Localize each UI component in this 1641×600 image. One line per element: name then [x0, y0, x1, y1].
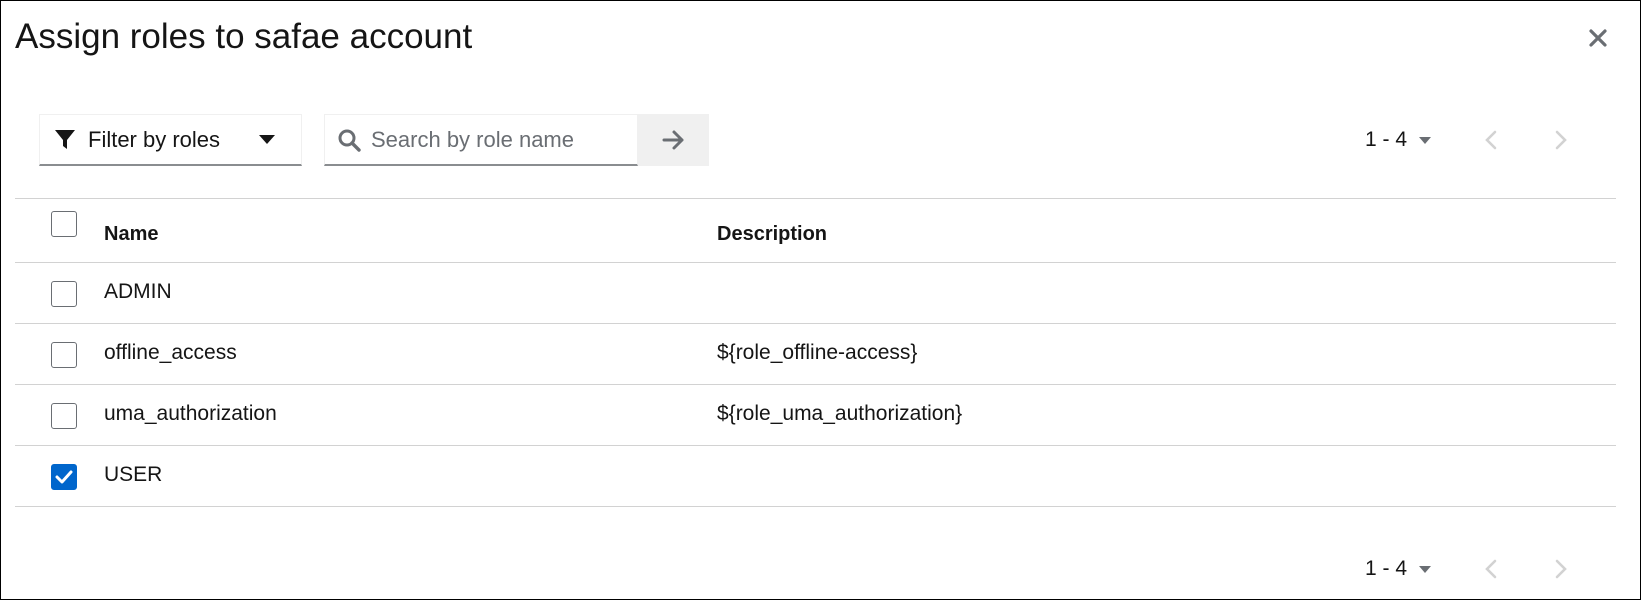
table-row: USER	[15, 446, 1616, 507]
close-icon	[1589, 29, 1607, 47]
caret-down-icon	[259, 135, 275, 144]
caret-down-icon	[1419, 136, 1432, 144]
row-checkbox[interactable]	[51, 403, 77, 429]
chevron-left-icon	[1485, 559, 1497, 579]
search-box	[324, 114, 638, 166]
row-checkbox[interactable]	[51, 281, 77, 307]
previous-page-button[interactable]	[1479, 557, 1503, 581]
row-checkbox[interactable]	[51, 464, 77, 490]
pagination-range: 1 - 4	[1365, 128, 1408, 151]
table-header-row: Name Description	[15, 198, 1616, 263]
checkmark-icon	[55, 470, 73, 484]
roles-table: Name Description ADMIN offline_access ${…	[15, 198, 1616, 507]
role-name: USER	[104, 463, 163, 486]
search-submit-button[interactable]	[638, 114, 709, 166]
select-all-checkbox[interactable]	[51, 211, 77, 237]
table-row: ADMIN	[15, 263, 1616, 324]
role-name: uma_authorization	[104, 402, 277, 425]
search-input[interactable]	[369, 125, 633, 154]
table-row: offline_access ${role_offline-access}	[15, 324, 1616, 385]
role-name: ADMIN	[104, 280, 172, 303]
next-page-button[interactable]	[1549, 128, 1573, 152]
modal-title: Assign roles to safae account	[15, 17, 473, 56]
chevron-right-icon	[1555, 130, 1567, 150]
filter-by-roles-dropdown[interactable]: Filter by roles	[39, 114, 302, 166]
previous-page-button[interactable]	[1479, 128, 1503, 152]
next-page-button[interactable]	[1549, 557, 1573, 581]
pagination-range-toggle[interactable]: 1 - 4	[1365, 128, 1432, 152]
table-row: uma_authorization ${role_uma_authorizati…	[15, 385, 1616, 446]
pagination-range-toggle[interactable]: 1 - 4	[1365, 557, 1432, 581]
role-description: ${role_offline-access}	[717, 341, 918, 364]
filter-icon	[55, 129, 75, 149]
pagination-top: 1 - 4	[1365, 128, 1573, 152]
role-name: offline_access	[104, 341, 237, 364]
column-header-description: Description	[717, 223, 828, 245]
caret-down-icon	[1419, 565, 1432, 573]
role-description: ${role_uma_authorization}	[717, 402, 963, 425]
chevron-left-icon	[1485, 130, 1497, 150]
filter-label: Filter by roles	[88, 126, 221, 152]
column-header-name: Name	[104, 223, 159, 245]
pagination-range: 1 - 4	[1365, 557, 1408, 580]
arrow-right-icon	[662, 130, 683, 150]
row-checkbox[interactable]	[51, 342, 77, 368]
pagination-bottom: 1 - 4	[1365, 557, 1573, 581]
search-icon	[338, 129, 361, 152]
assign-roles-modal: Assign roles to safae account Filter by …	[0, 0, 1641, 600]
chevron-right-icon	[1555, 559, 1567, 579]
close-button[interactable]	[1583, 23, 1613, 53]
